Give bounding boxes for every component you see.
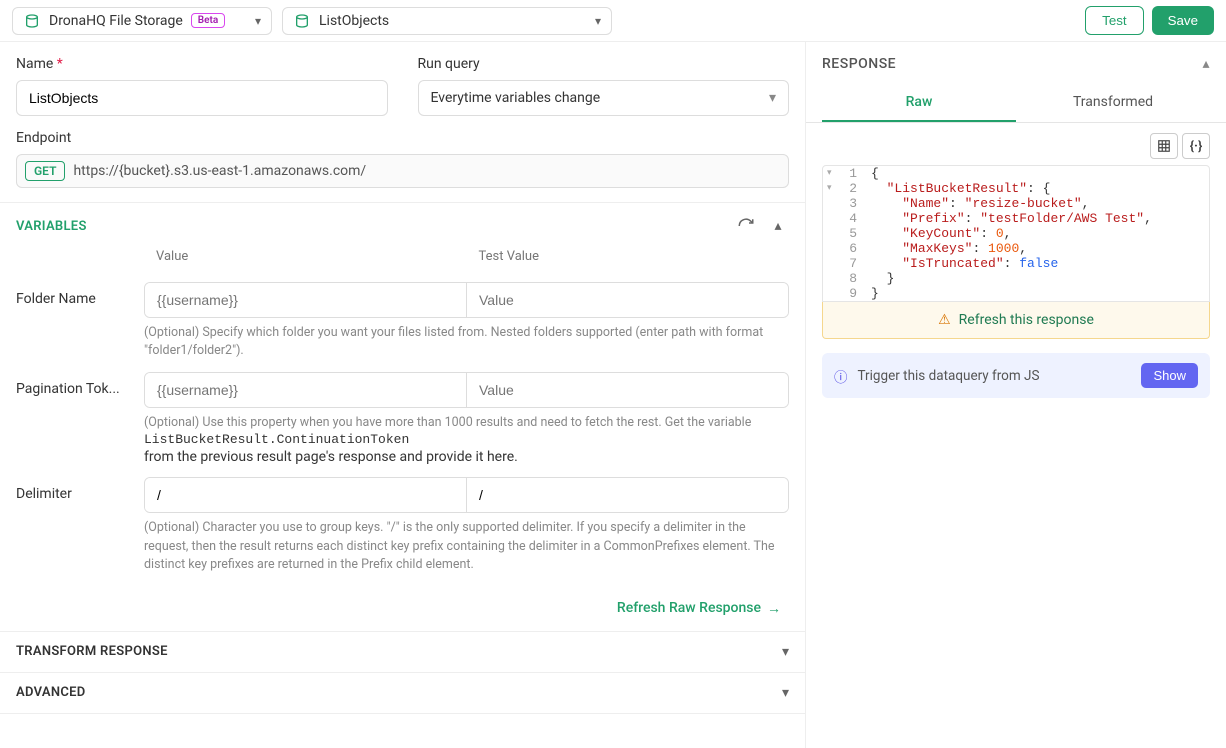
pagination-test-input[interactable] [467,373,788,407]
tab-raw[interactable]: Raw [822,86,1016,122]
var-label: Folder Name [16,282,144,307]
refresh-raw-response-link[interactable]: Refresh Raw Response → [0,586,805,631]
connector-label: DronaHQ File Storage [49,13,183,29]
delimiter-help: (Optional) Character you use to group ke… [144,519,789,573]
test-button[interactable]: Test [1085,6,1143,35]
var-label: Pagination Tok... [16,372,144,397]
http-method-badge: GET [25,161,65,181]
transform-title: TRANSFORM RESPONSE [16,644,168,659]
endpoint-url: https://{bucket}.s3.us-east-1.amazonaws.… [73,163,366,179]
trigger-info-text: Trigger this dataquery from JS [858,368,1040,384]
chevron-up-icon[interactable]: ▴ [767,215,789,237]
variables-section-header[interactable]: VARIABLES ▴ [0,202,805,249]
name-input[interactable] [16,80,388,116]
response-title: RESPONSE [822,56,896,72]
query-dropdown[interactable]: ListObjects ▾ [282,7,612,35]
pagination-help-mono: ListBucketResult.ContinuationToken [144,432,789,447]
advanced-title: ADVANCED [16,685,86,700]
delimiter-value-input[interactable] [145,478,467,512]
col-test-header: Test Value [467,249,790,270]
info-icon: ⓘ [834,366,848,386]
folder-help: (Optional) Specify which folder you want… [144,324,789,360]
folder-test-input[interactable] [467,283,788,317]
json-view-button[interactable]: {·} [1182,133,1210,159]
chevron-down-icon: ▾ [595,14,601,28]
tab-transformed[interactable]: Transformed [1016,86,1210,122]
query-label: ListObjects [319,13,389,29]
refresh-response-bar[interactable]: ⚠ Refresh this response [822,302,1210,339]
chevron-down-icon: ▾ [255,14,261,28]
trigger-info-bar: ⓘ Trigger this dataquery from JS Show [822,353,1210,398]
folder-value-input[interactable] [145,283,467,317]
pagination-help-2: from the previous result page's response… [144,449,789,465]
warning-icon: ⚠ [938,312,951,328]
var-label: Delimiter [16,477,144,502]
advanced-section-header[interactable]: ADVANCED ▾ [0,673,805,714]
refresh-icon[interactable] [735,215,757,237]
col-value-header: Value [144,249,467,270]
chevron-down-icon: ▾ [782,644,789,660]
query-icon [293,12,311,30]
transform-section-header[interactable]: TRANSFORM RESPONSE ▾ [0,631,805,673]
chevron-down-icon: ▾ [782,685,789,701]
connector-dropdown[interactable]: DronaHQ File Storage Beta ▾ [12,7,272,35]
endpoint-label: Endpoint [16,130,789,146]
show-button[interactable]: Show [1141,363,1198,388]
table-view-button[interactable] [1150,133,1178,159]
beta-badge: Beta [191,13,225,28]
endpoint-box: GET https://{bucket}.s3.us-east-1.amazon… [16,154,789,188]
save-button[interactable]: Save [1152,6,1214,35]
pagination-value-input[interactable] [145,373,467,407]
variables-title: VARIABLES [16,219,87,234]
chevron-up-icon[interactable]: ▴ [1202,56,1210,72]
arrow-right-icon: → [767,600,781,617]
connector-icon [23,12,41,30]
name-label: Name * [16,56,388,72]
runquery-label: Run query [418,56,790,72]
delimiter-test-input[interactable] [467,478,788,512]
chevron-down-icon: ▾ [769,90,776,106]
pagination-help-1: (Optional) Use this property when you ha… [144,414,789,432]
response-json-viewer[interactable]: ▾1{▾2 "ListBucketResult": {3 "Name": "re… [822,165,1210,302]
runquery-value: Everytime variables change [431,90,601,106]
runquery-select[interactable]: Everytime variables change ▾ [418,80,790,116]
